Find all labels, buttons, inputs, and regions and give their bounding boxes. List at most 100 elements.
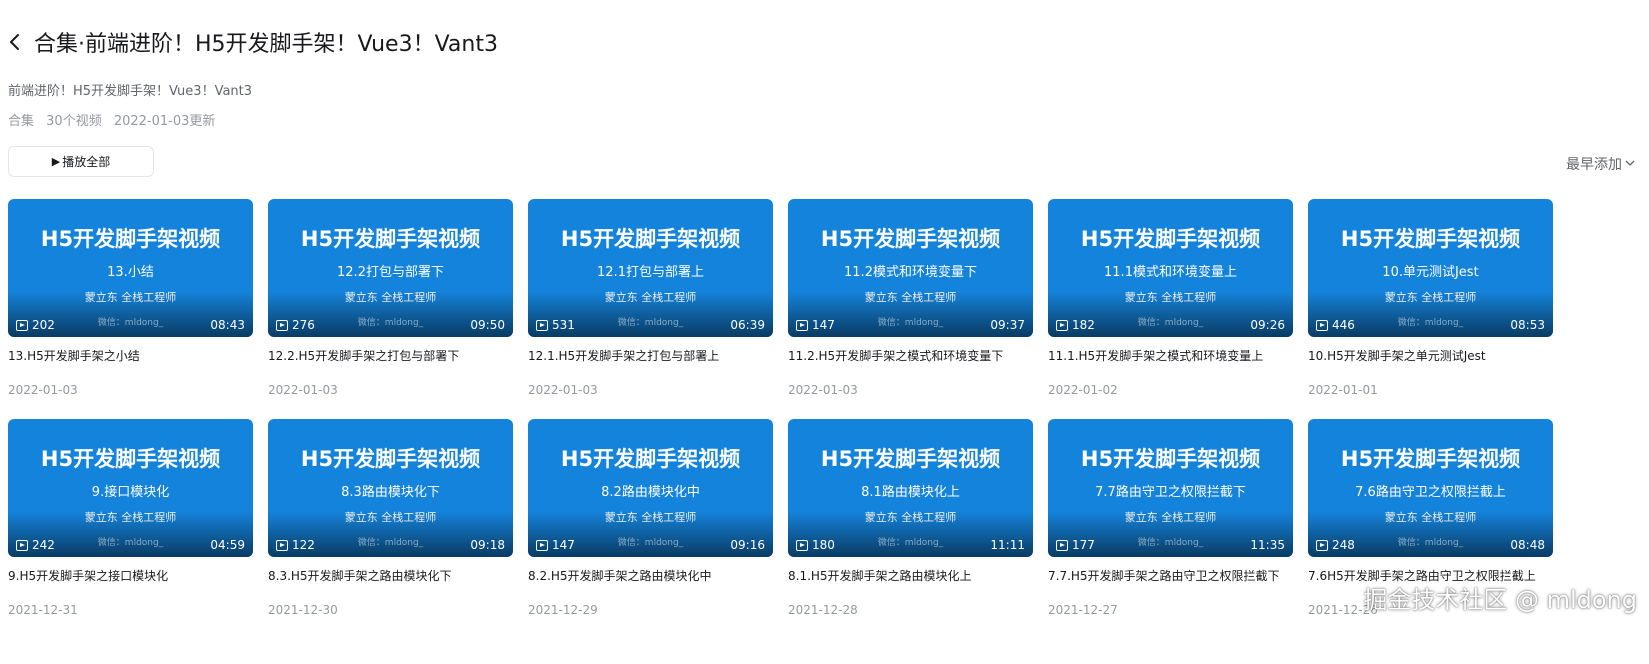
video-title[interactable]: 11.2.H5开发脚手架之模式和环境变量下 — [788, 347, 1033, 365]
view-count: 177 — [1056, 538, 1095, 552]
video-thumbnail[interactable]: H5开发脚手架视频 9.接口模块化 蒙立东 全栈工程师 微信：mldong_ 2… — [8, 419, 253, 557]
video-title[interactable]: 13.H5开发脚手架之小结 — [8, 347, 253, 365]
video-card[interactable]: H5开发脚手架视频 8.3路由模块化下 蒙立东 全栈工程师 微信：mldong_… — [268, 419, 513, 617]
video-date: 2022-01-03 — [8, 383, 78, 397]
view-count-value: 446 — [1332, 318, 1355, 332]
video-duration: 09:18 — [470, 538, 505, 552]
video-title[interactable]: 9.H5开发脚手架之接口模块化 — [8, 567, 253, 585]
video-card[interactable]: H5开发脚手架视频 13.小结 蒙立东 全栈工程师 微信：mldong_ 202… — [8, 199, 253, 397]
video-card[interactable]: H5开发脚手架视频 11.1模式和环境变量上 蒙立东 全栈工程师 微信：mldo… — [1048, 199, 1293, 397]
updated-date: 2022-01-03更新 — [113, 114, 216, 129]
thumb-subtitle: 8.2路由模块化中 — [601, 485, 700, 500]
play-all-label: 播放全部 — [62, 155, 111, 169]
video-duration: 09:16 — [730, 538, 765, 552]
play-count-icon — [16, 319, 28, 331]
thumb-heading: H5开发脚手架视频 — [300, 227, 481, 251]
play-count-icon — [796, 539, 808, 551]
view-count: 531 — [536, 318, 575, 332]
video-thumbnail[interactable]: H5开发脚手架视频 8.2路由模块化中 蒙立东 全栈工程师 微信：mldong_… — [528, 419, 773, 557]
thumb-heading: H5开发脚手架视频 — [1080, 227, 1261, 251]
view-count: 147 — [536, 538, 575, 552]
view-count-value: 276 — [292, 318, 315, 332]
thumb-heading: H5开发脚手架视频 — [1340, 227, 1521, 251]
video-thumbnail[interactable]: H5开发脚手架视频 10.单元测试Jest 蒙立东 全栈工程师 微信：mldon… — [1308, 199, 1553, 337]
video-card[interactable]: H5开发脚手架视频 12.2打包与部署下 蒙立东 全栈工程师 微信：mldong… — [268, 199, 513, 397]
thumb-subtitle: 7.6路由守卫之权限拦截上 — [1355, 485, 1506, 500]
video-title[interactable]: 8.1.H5开发脚手架之路由模块化上 — [788, 567, 1033, 585]
collection-description: 前端进阶！H5开发脚手架！Vue3！Vant3 — [8, 84, 253, 99]
thumb-heading: H5开发脚手架视频 — [40, 447, 221, 471]
page-header: 合集·前端进阶！H5开发脚手架！Vue3！Vant3 — [8, 26, 498, 58]
collection-type: 合集 — [8, 114, 35, 129]
thumb-subtitle: 7.7路由守卫之权限拦截下 — [1095, 485, 1246, 500]
view-count: 202 — [16, 318, 55, 332]
view-count: 446 — [1316, 318, 1355, 332]
thumb-subtitle: 11.1模式和环境变量上 — [1104, 265, 1237, 280]
view-count-value: 531 — [552, 318, 575, 332]
sort-dropdown[interactable]: 最早添加 — [1566, 154, 1635, 174]
page-title: 合集·前端进阶！H5开发脚手架！Vue3！Vant3 — [34, 32, 498, 57]
video-duration: 06:39 — [730, 318, 765, 332]
video-thumbnail[interactable]: H5开发脚手架视频 12.1打包与部署上 蒙立东 全栈工程师 微信：mldong… — [528, 199, 773, 337]
site-watermark: 掘金技术社区 @ mldong — [1363, 586, 1637, 614]
video-duration: 11:11 — [990, 538, 1025, 552]
thumb-heading: H5开发脚手架视频 — [1340, 447, 1521, 471]
video-title[interactable]: 8.2.H5开发脚手架之路由模块化中 — [528, 567, 773, 585]
thumb-heading: H5开发脚手架视频 — [1080, 447, 1261, 471]
thumb-heading: H5开发脚手架视频 — [560, 227, 741, 251]
play-count-icon — [536, 319, 548, 331]
video-card[interactable]: H5开发脚手架视频 7.7路由守卫之权限拦截下 蒙立东 全栈工程师 微信：mld… — [1048, 419, 1293, 617]
video-title[interactable]: 12.1.H5开发脚手架之打包与部署上 — [528, 347, 773, 365]
thumb-subtitle: 12.2打包与部署下 — [337, 265, 444, 280]
video-date: 2021-12-31 — [8, 603, 78, 617]
view-count: 122 — [276, 538, 315, 552]
video-thumbnail[interactable]: H5开发脚手架视频 12.2打包与部署下 蒙立东 全栈工程师 微信：mldong… — [268, 199, 513, 337]
video-title[interactable]: 7.7.H5开发脚手架之路由守卫之权限拦截下 — [1048, 567, 1293, 585]
video-thumbnail[interactable]: H5开发脚手架视频 7.7路由守卫之权限拦截下 蒙立东 全栈工程师 微信：mld… — [1048, 419, 1293, 557]
video-thumbnail[interactable]: H5开发脚手架视频 8.1路由模块化上 蒙立东 全栈工程师 微信：mldong_… — [788, 419, 1033, 557]
video-card[interactable]: H5开发脚手架视频 12.1打包与部署上 蒙立东 全栈工程师 微信：mldong… — [528, 199, 773, 397]
video-duration: 09:26 — [1250, 318, 1285, 332]
thumb-subtitle: 12.1打包与部署上 — [597, 265, 704, 280]
thumb-heading: H5开发脚手架视频 — [820, 447, 1001, 471]
play-count-icon — [1056, 539, 1068, 551]
video-thumbnail[interactable]: H5开发脚手架视频 7.6路由守卫之权限拦截上 蒙立东 全栈工程师 微信：mld… — [1308, 419, 1553, 557]
chevron-left-icon[interactable] — [8, 27, 30, 57]
view-count-value: 147 — [812, 318, 835, 332]
video-card[interactable]: H5开发脚手架视频 9.接口模块化 蒙立东 全栈工程师 微信：mldong_ 2… — [8, 419, 253, 617]
video-date: 2022-01-01 — [1308, 383, 1378, 397]
video-title[interactable]: 8.3.H5开发脚手架之路由模块化下 — [268, 567, 513, 585]
play-count-icon — [276, 539, 288, 551]
video-thumbnail[interactable]: H5开发脚手架视频 8.3路由模块化下 蒙立东 全栈工程师 微信：mldong_… — [268, 419, 513, 557]
video-duration: 08:53 — [1510, 318, 1545, 332]
view-count-value: 202 — [32, 318, 55, 332]
video-card[interactable]: H5开发脚手架视频 11.2模式和环境变量下 蒙立东 全栈工程师 微信：mldo… — [788, 199, 1033, 397]
video-duration: 08:48 — [1510, 538, 1545, 552]
video-date: 2021-12-28 — [788, 603, 858, 617]
play-count-icon — [1316, 319, 1328, 331]
play-count-icon — [16, 539, 28, 551]
video-card[interactable]: H5开发脚手架视频 10.单元测试Jest 蒙立东 全栈工程师 微信：mldon… — [1308, 199, 1553, 397]
video-date: 2022-01-02 — [1048, 383, 1118, 397]
thumb-heading: H5开发脚手架视频 — [560, 447, 741, 471]
play-count-icon — [1316, 539, 1328, 551]
video-duration: 09:50 — [470, 318, 505, 332]
play-count-icon — [796, 319, 808, 331]
video-title[interactable]: 10.H5开发脚手架之单元测试Jest — [1308, 347, 1553, 365]
view-count-value: 122 — [292, 538, 315, 552]
video-title[interactable]: 11.1.H5开发脚手架之模式和环境变量上 — [1048, 347, 1293, 365]
thumb-heading: H5开发脚手架视频 — [300, 447, 481, 471]
video-thumbnail[interactable]: H5开发脚手架视频 11.1模式和环境变量上 蒙立东 全栈工程师 微信：mldo… — [1048, 199, 1293, 337]
play-all-button[interactable]: ▶ 播放全部 — [8, 146, 154, 177]
collection-meta: 合集 30个视频 2022-01-03更新 — [8, 110, 223, 129]
video-card[interactable]: H5开发脚手架视频 8.2路由模块化中 蒙立东 全栈工程师 微信：mldong_… — [528, 419, 773, 617]
view-count-value: 248 — [1332, 538, 1355, 552]
video-date: 2021-12-30 — [268, 603, 338, 617]
video-thumbnail[interactable]: H5开发脚手架视频 13.小结 蒙立东 全栈工程师 微信：mldong_ 202… — [8, 199, 253, 337]
view-count-value: 177 — [1072, 538, 1095, 552]
video-card[interactable]: H5开发脚手架视频 8.1路由模块化上 蒙立东 全栈工程师 微信：mldong_… — [788, 419, 1033, 617]
video-title[interactable]: 12.2.H5开发脚手架之打包与部署下 — [268, 347, 513, 365]
video-thumbnail[interactable]: H5开发脚手架视频 11.2模式和环境变量下 蒙立东 全栈工程师 微信：mldo… — [788, 199, 1033, 337]
sort-label: 最早添加 — [1566, 157, 1622, 173]
thumb-subtitle: 9.接口模块化 — [91, 485, 170, 500]
